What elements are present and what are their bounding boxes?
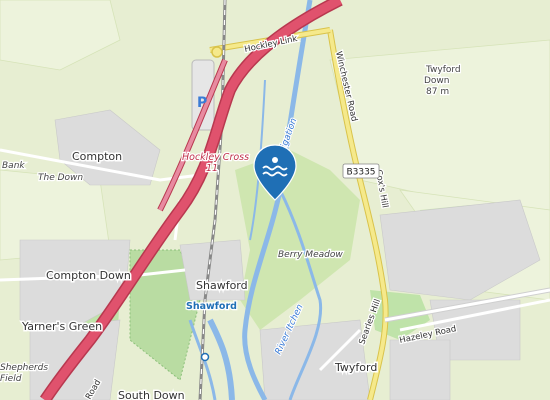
station-shawford: Shawford (186, 301, 237, 312)
map-canvas[interactable]: Compton Compton Down Yarner's Green Shaw… (0, 0, 550, 400)
station-icon (200, 352, 210, 362)
place-shawford: Shawford (196, 279, 248, 292)
place-bank: Bank (2, 161, 25, 171)
parking-icon[interactable]: P (197, 95, 207, 111)
twyford-down-line2: Down (424, 76, 450, 86)
junction-number: 11 (206, 163, 218, 174)
place-compton-down: Compton Down (46, 269, 131, 282)
place-the-down: The Down (38, 173, 83, 183)
place-south-down: South Down (118, 389, 185, 400)
place-compton: Compton (72, 150, 122, 163)
b3335-shield: B3335 (342, 163, 380, 179)
twyford-down-elevation: 87 m (426, 87, 449, 97)
junction-name: Hockley Cross (182, 152, 249, 163)
roundabout (211, 46, 223, 58)
place-twyford: Twyford (334, 361, 377, 374)
place-yarners-green: Yarner's Green (21, 320, 102, 333)
svg-text:B3335: B3335 (346, 168, 375, 178)
place-berry-meadow: Berry Meadow (278, 250, 343, 260)
